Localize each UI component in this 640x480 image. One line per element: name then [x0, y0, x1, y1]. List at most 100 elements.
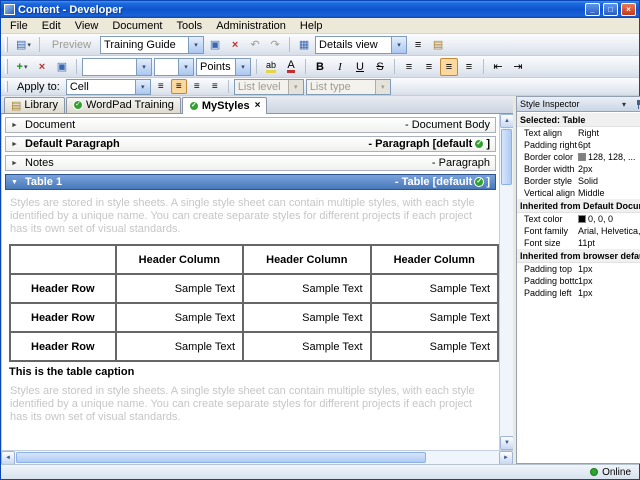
apply-to-select[interactable]: Cell ▾ [65, 78, 151, 95]
vertical-scrollbar-thumb[interactable] [501, 129, 512, 185]
scroll-right-button[interactable]: ► [499, 451, 513, 465]
horizontal-scrollbar[interactable]: ◄ ► [1, 450, 513, 465]
view-select[interactable]: Details view ▾ [315, 35, 408, 54]
property-value: 128, 128, ... [578, 152, 640, 162]
table-cell[interactable]: Sample Text [242, 273, 372, 304]
scrollbar-track[interactable] [427, 451, 499, 464]
font-color-button[interactable]: A [282, 58, 300, 76]
table-cell[interactable]: Sample Text [369, 302, 499, 333]
list-type-select[interactable]: List type ▾ [305, 78, 391, 95]
align-center-button[interactable]: ≡ [420, 58, 438, 76]
align-left-button[interactable]: ≡ [400, 58, 418, 76]
style-editor-page: ► Document - Document Body ► Default Par… [1, 114, 499, 450]
save-style-button[interactable]: ▣ [53, 58, 71, 76]
table-cell[interactable]: Header Row [9, 273, 117, 304]
table-cell[interactable]: Sample Text [242, 331, 372, 362]
section-table-1[interactable]: ▼ Table 1 - Table [default ✓ ] [5, 174, 496, 190]
table-cell[interactable]: Header Column [369, 244, 499, 275]
add-button[interactable]: + ▾ [13, 58, 31, 76]
menu-help[interactable]: Help [293, 19, 330, 33]
menu-view[interactable]: View [68, 19, 106, 33]
main-area: ▤ Library ✓ WordPad Training ✓ MyStyles … [1, 96, 640, 465]
horizontal-scrollbar-thumb[interactable] [16, 452, 426, 463]
cell-align-baseline-button[interactable]: ≡ [207, 79, 223, 94]
tab-library[interactable]: ▤ Library [4, 97, 66, 113]
table-cell[interactable] [9, 244, 117, 275]
align-right-button[interactable]: ≡ [440, 57, 458, 76]
font-family-select[interactable]: ▾ [82, 57, 152, 76]
toolbar-grip[interactable] [5, 59, 8, 74]
vertical-scrollbar[interactable]: ▲ ▼ [499, 114, 514, 450]
table-cell[interactable]: Sample Text [114, 331, 245, 362]
undo-button[interactable]: ↶ [246, 36, 264, 54]
list-level-select[interactable]: List level ▾ [233, 78, 304, 95]
align-center-icon: ≡ [425, 60, 433, 73]
pin-panel-button[interactable] [633, 99, 640, 110]
maximize-icon: □ [608, 4, 613, 14]
maximize-button[interactable]: □ [603, 3, 618, 16]
cell-align-bottom-button[interactable]: ≡ [189, 79, 205, 94]
tab-wordpad-training[interactable]: ✓ WordPad Training [66, 97, 181, 113]
menu-administration[interactable]: Administration [209, 19, 293, 33]
details-view-button[interactable]: ▦ [295, 36, 313, 54]
table-cell[interactable]: Sample Text [369, 273, 499, 304]
menu-document[interactable]: Document [105, 19, 169, 33]
table-cell[interactable]: Header Column [114, 244, 245, 275]
cell-align-middle-button[interactable]: ≡ [170, 79, 187, 94]
section-notes[interactable]: ► Notes - Paragraph [5, 155, 496, 171]
chevron-down-icon: ▾ [374, 79, 390, 94]
cell-align-middle-icon: ≡ [175, 81, 182, 92]
underline-button[interactable]: U [351, 58, 369, 76]
toolbar-grip[interactable] [5, 37, 8, 52]
tab-mystyles[interactable]: ✓ MyStyles × [181, 97, 268, 114]
color-swatch [578, 215, 586, 223]
highlight-color-button[interactable]: ab [262, 58, 280, 76]
toolbar-grip[interactable] [5, 80, 8, 93]
bold-button[interactable]: B [311, 58, 329, 76]
minimize-button[interactable]: _ [585, 3, 600, 16]
indent-button[interactable]: ⇥ [509, 58, 527, 76]
cell-align-bottom-icon: ≡ [193, 81, 200, 92]
save-button[interactable]: ▣ [206, 36, 224, 54]
details-view-icon: ▦ [298, 39, 310, 51]
units-select[interactable]: Points ▾ [196, 57, 251, 76]
close-button[interactable]: × [621, 3, 636, 16]
table-cell[interactable]: Header Row [9, 331, 117, 362]
table-cell[interactable]: Sample Text [114, 302, 245, 333]
delete-button[interactable]: × [226, 36, 244, 54]
section-document[interactable]: ► Document - Document Body [5, 117, 496, 133]
grid-view-button[interactable]: ▤ [429, 36, 447, 54]
italic-button[interactable]: I [331, 58, 349, 76]
remove-button[interactable]: × [33, 58, 51, 76]
scroll-left-button[interactable]: ◄ [1, 451, 15, 465]
table-cell[interactable]: Sample Text [242, 302, 372, 333]
table-cell[interactable]: Header Row [9, 302, 117, 333]
font-size-select[interactable]: ▾ [154, 57, 194, 76]
strikethrough-button[interactable]: S [371, 58, 389, 76]
section-default-paragraph[interactable]: ► Default Paragraph - Paragraph [default… [5, 136, 496, 152]
guide-select[interactable]: Training Guide ▾ [100, 35, 205, 54]
panel-menu-button[interactable]: ▾ [618, 99, 630, 110]
align-justify-button[interactable]: ≡ [460, 58, 478, 76]
preview-button[interactable]: Preview [45, 36, 98, 54]
table-row: Header Row Sample Text Sample Text Sampl… [9, 302, 499, 333]
menu-edit[interactable]: Edit [35, 19, 68, 33]
cell-align-top-icon: ≡ [157, 81, 164, 92]
menu-tools[interactable]: Tools [170, 19, 210, 33]
redo-button[interactable]: ↷ [266, 36, 284, 54]
scroll-up-button[interactable]: ▲ [500, 114, 514, 128]
cell-align-top-button[interactable]: ≡ [153, 79, 169, 94]
table-row: Header Row Sample Text Sample Text Sampl… [9, 331, 499, 362]
close-tab-icon[interactable]: × [255, 100, 261, 111]
add-icon: + [16, 60, 23, 73]
outdent-button[interactable]: ⇤ [489, 58, 507, 76]
table-cell[interactable]: Header Column [242, 244, 372, 275]
table-caption: This is the table caption [9, 366, 135, 378]
scrollbar-track[interactable] [500, 186, 513, 436]
list-view-button[interactable]: ≡ [409, 36, 427, 54]
table-cell[interactable]: Sample Text [369, 331, 499, 362]
new-document-button[interactable]: ▤ ▾ [13, 36, 34, 54]
table-cell[interactable]: Sample Text [114, 273, 245, 304]
scroll-down-button[interactable]: ▼ [500, 436, 514, 450]
menu-file[interactable]: File [3, 19, 35, 33]
